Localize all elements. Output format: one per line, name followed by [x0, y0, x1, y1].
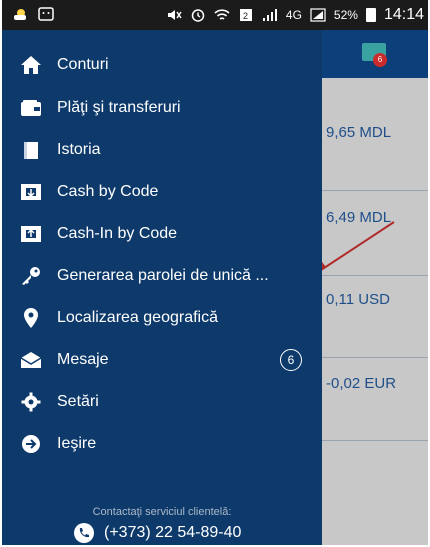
menu-item-localizarea[interactable]: Localizarea geografică: [2, 297, 322, 339]
network-type: 4G: [285, 8, 302, 22]
menu-item-label: Conturi: [57, 56, 109, 73]
menu-item-setari[interactable]: Setări: [2, 381, 322, 423]
menu-item-label: Mesaje: [57, 351, 109, 368]
menu-item-label: Setări: [57, 393, 99, 410]
gear-icon: [20, 392, 42, 412]
menu-item-label: Cash by Code: [57, 183, 159, 200]
envelope-icon: [20, 350, 42, 370]
wifi-icon: [214, 9, 230, 20]
cash-by-code-icon: [20, 182, 42, 202]
alarm-icon: [191, 9, 205, 22]
svg-text:2: 2: [243, 11, 248, 21]
divider: [314, 440, 428, 441]
account-balance: 9,65 MDL: [326, 124, 392, 141]
signal-2-icon: [310, 8, 326, 22]
menu-item-cash-by-code[interactable]: Cash by Code: [2, 171, 322, 213]
menu-item-cash-in-by-code[interactable]: Cash-In by Code: [2, 213, 322, 255]
status-left-icons: [12, 7, 54, 21]
signal-icon: [262, 9, 277, 21]
exit-arrow-icon: [20, 434, 42, 454]
menu-item-conturi[interactable]: Conturi: [2, 44, 322, 86]
location-pin-icon: [20, 308, 42, 328]
battery-icon: [365, 8, 376, 22]
weather-icon: [14, 9, 26, 20]
menu-item-label: Generarea parolei de unică ...: [57, 267, 269, 284]
account-balance: 0,11 USD: [326, 291, 390, 308]
phone-icon: [74, 523, 94, 543]
status-bar: 2 4G 52% 14:14: [2, 0, 428, 30]
menu-item-label: Istoria: [57, 141, 101, 158]
menu-item-mesaje[interactable]: Mesaje 6: [2, 339, 322, 381]
contact-label: Contactaţi serviciul clientelă:: [92, 506, 232, 518]
clock: 14:14: [383, 6, 424, 23]
book-icon: [20, 140, 42, 160]
message-count-badge: 6: [280, 349, 302, 371]
mail-badge: 6: [373, 53, 387, 67]
menu-item-label: Cash-In by Code: [57, 225, 178, 242]
menu-item-istoria[interactable]: Istoria: [2, 129, 322, 171]
menu-item-label: Localizarea geografică: [57, 309, 218, 326]
menu-item-label: Plăţi şi transferuri: [57, 99, 181, 116]
menu-item-label: Ieşire: [57, 435, 97, 452]
divider: [314, 190, 428, 191]
divider: [314, 357, 428, 358]
phone-screen: 2 4G 52% 14:14 6 9,65 MDL 6,49 MDL 0,11 …: [2, 0, 428, 545]
battery-percent: 52%: [333, 8, 358, 22]
mute-icon: [167, 10, 182, 20]
contact-phone-link[interactable]: (+373) 22 54-89-40: [74, 523, 241, 543]
navigation-drawer: Conturi Plăţi şi transferuri Istoria Cas…: [2, 30, 322, 545]
app-notification-icon: [38, 7, 54, 21]
account-balance: -0,02 EUR: [326, 375, 397, 392]
cash-in-icon: [20, 224, 42, 244]
home-icon: [20, 55, 42, 75]
status-right-icons: 2 4G 52% 14:14: [166, 6, 424, 24]
menu-item-iesire[interactable]: Ieşire: [2, 423, 322, 465]
key-icon: [20, 266, 42, 286]
wallet-icon: [20, 98, 42, 118]
menu-item-generarea-parolei[interactable]: Generarea parolei de unică ...: [2, 255, 322, 297]
sim-icon: 2: [239, 9, 252, 21]
contact-phone-number: (+373) 22 54-89-40: [104, 524, 242, 541]
menu-item-plati[interactable]: Plăţi şi transferuri: [2, 87, 322, 129]
